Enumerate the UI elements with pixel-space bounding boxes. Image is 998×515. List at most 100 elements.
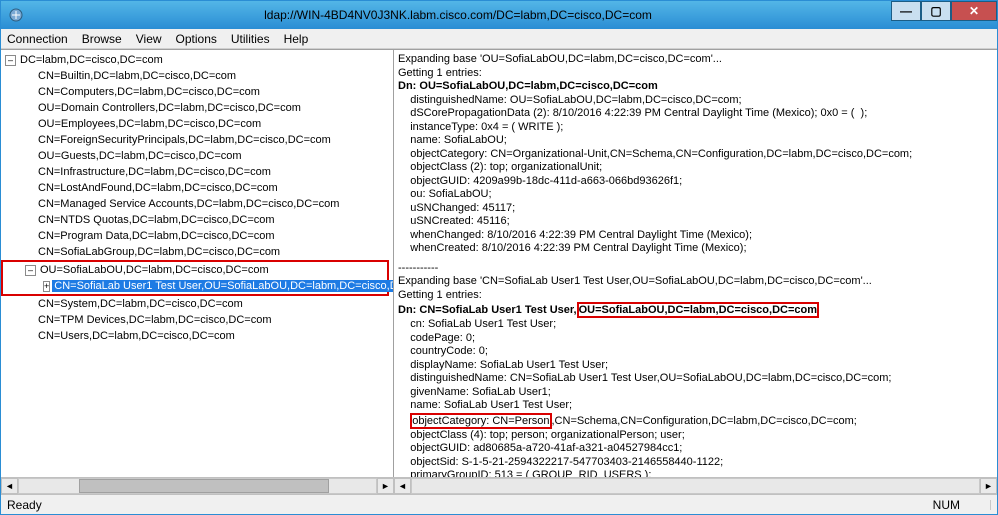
tree-item[interactable]: CN=Infrastructure,DC=labm,DC=cisco,DC=co…: [1, 164, 393, 180]
expand-placeholder-icon: [23, 87, 34, 98]
collapse-icon[interactable]: –: [25, 265, 36, 276]
expand-placeholder-icon: [23, 183, 34, 194]
tree-item[interactable]: CN=Users,DC=labm,DC=cisco,DC=com: [1, 328, 393, 344]
details-line: objectClass (4): top; person; organizati…: [398, 429, 993, 443]
tree-item[interactable]: CN=LostAndFound,DC=labm,DC=cisco,DC=com: [1, 180, 393, 196]
details-line: objectCategory: CN=Organizational-Unit,C…: [398, 148, 993, 162]
tree-item[interactable]: OU=Employees,DC=labm,DC=cisco,DC=com: [1, 116, 393, 132]
window-buttons: — ▢ ✕: [891, 1, 997, 29]
tree-root-label[interactable]: DC=labm,DC=cisco,DC=com: [18, 54, 165, 66]
details-line: name: SofiaLabOU;: [398, 134, 993, 148]
details-line: Expanding base 'OU=SofiaLabOU,DC=labm,DC…: [398, 53, 993, 67]
details-line: displayName: SofiaLab User1 Test User;: [398, 359, 993, 373]
tree-item[interactable]: CN=System,DC=labm,DC=cisco,DC=com: [1, 296, 393, 312]
details-line: countryCode: 0;: [398, 345, 993, 359]
highlighted-ou-group: – OU=SofiaLabOU,DC=labm,DC=cisco,DC=com …: [1, 260, 389, 296]
tree-item[interactable]: CN=ForeignSecurityPrincipals,DC=labm,DC=…: [1, 132, 393, 148]
details-line: Expanding base 'CN=SofiaLab User1 Test U…: [398, 275, 993, 289]
scrollbar-row: ◄ ► ◄ ►: [1, 477, 997, 494]
collapse-icon[interactable]: –: [5, 55, 16, 66]
scroll-right-icon[interactable]: ►: [980, 478, 997, 494]
details-line: instanceType: 0x4 = ( WRITE );: [398, 121, 993, 135]
details-line: whenCreated: 8/10/2016 4:22:39 PM Centra…: [398, 242, 993, 256]
scroll-track[interactable]: [411, 478, 980, 494]
menu-view[interactable]: View: [136, 32, 162, 46]
menu-options[interactable]: Options: [176, 32, 217, 46]
close-button[interactable]: ✕: [951, 1, 997, 21]
tree-item-label[interactable]: CN=TPM Devices,DC=labm,DC=cisco,DC=com: [36, 314, 274, 326]
details-line: uSNChanged: 45117;: [398, 202, 993, 216]
details-line: cn: SofiaLab User1 Test User;: [398, 318, 993, 332]
tree-item-label[interactable]: CN=Builtin,DC=labm,DC=cisco,DC=com: [36, 70, 238, 82]
details-objectcategory: objectCategory: CN=Person,CN=Schema,CN=C…: [398, 413, 993, 429]
scroll-left-icon[interactable]: ◄: [394, 478, 411, 494]
tree-item[interactable]: CN=Managed Service Accounts,DC=labm,DC=c…: [1, 196, 393, 212]
expand-placeholder-icon: [23, 119, 34, 130]
expand-icon[interactable]: +: [43, 281, 50, 292]
scroll-track[interactable]: [18, 478, 377, 494]
details-line: distinguishedName: CN=SofiaLab User1 Tes…: [398, 372, 993, 386]
details-hscrollbar[interactable]: ◄ ►: [394, 477, 997, 494]
tree-item[interactable]: CN=NTDS Quotas,DC=labm,DC=cisco,DC=com: [1, 212, 393, 228]
maximize-button[interactable]: ▢: [921, 1, 951, 21]
expand-placeholder-icon: [23, 247, 34, 258]
details-line: ou: SofiaLabOU;: [398, 188, 993, 202]
details-line: primaryGroupID: 513 = ( GROUP_RID_USERS …: [398, 469, 993, 477]
expand-placeholder-icon: [23, 103, 34, 114]
scroll-right-icon[interactable]: ►: [377, 478, 394, 494]
tree-item-label[interactable]: CN=SofiaLabGroup,DC=labm,DC=cisco,DC=com: [36, 246, 282, 258]
tree-item-label[interactable]: OU=Employees,DC=labm,DC=cisco,DC=com: [36, 118, 263, 130]
tree-ou-parent-label[interactable]: OU=SofiaLabOU,DC=labm,DC=cisco,DC=com: [38, 264, 271, 276]
tree-item[interactable]: OU=Guests,DC=labm,DC=cisco,DC=com: [1, 148, 393, 164]
tree-ou-child[interactable]: + CN=SofiaLab User1 Test User,OU=SofiaLa…: [3, 278, 387, 294]
tree-item-label[interactable]: CN=Program Data,DC=labm,DC=cisco,DC=com: [36, 230, 277, 242]
scroll-left-icon[interactable]: ◄: [1, 478, 18, 494]
tree-pane[interactable]: – DC=labm,DC=cisco,DC=com CN=Builtin,DC=…: [1, 50, 394, 477]
status-ready: Ready: [7, 498, 42, 512]
tree-item-label[interactable]: CN=ForeignSecurityPrincipals,DC=labm,DC=…: [36, 134, 333, 146]
details-line: distinguishedName: OU=SofiaLabOU,DC=labm…: [398, 94, 993, 108]
expand-placeholder-icon: [23, 299, 34, 310]
menu-help[interactable]: Help: [284, 32, 309, 46]
window-title: ldap://WIN-4BD4NV0J3NK.labm.cisco.com/DC…: [25, 8, 891, 22]
tree-item[interactable]: CN=Builtin,DC=labm,DC=cisco,DC=com: [1, 68, 393, 84]
expand-placeholder-icon: [23, 315, 34, 326]
details-line: Getting 1 entries:: [398, 289, 993, 303]
minimize-button[interactable]: —: [891, 1, 921, 21]
tree-item-label[interactable]: CN=Users,DC=labm,DC=cisco,DC=com: [36, 330, 237, 342]
tree-hscrollbar[interactable]: ◄ ►: [1, 477, 394, 494]
details-line: objectGUID: ad80685a-a720-41af-a321-a045…: [398, 442, 993, 456]
tree-item-label[interactable]: OU=Domain Controllers,DC=labm,DC=cisco,D…: [36, 102, 303, 114]
details-separator: -----------: [398, 262, 993, 276]
tree-ou-child-label[interactable]: CN=SofiaLab User1 Test User,OU=SofiaLabO…: [52, 280, 394, 292]
expand-placeholder-icon: [23, 135, 34, 146]
tree-root[interactable]: – DC=labm,DC=cisco,DC=com: [1, 52, 393, 68]
tree-item[interactable]: OU=Domain Controllers,DC=labm,DC=cisco,D…: [1, 100, 393, 116]
tree-item-label[interactable]: CN=NTDS Quotas,DC=labm,DC=cisco,DC=com: [36, 214, 277, 226]
tree-ou-parent[interactable]: – OU=SofiaLabOU,DC=labm,DC=cisco,DC=com: [3, 262, 387, 278]
app-icon: [7, 6, 25, 24]
details-line: codePage: 0;: [398, 332, 993, 346]
details-dn1: Dn: OU=SofiaLabOU,DC=labm,DC=cisco,DC=co…: [398, 80, 993, 94]
expand-placeholder-icon: [23, 215, 34, 226]
menu-connection[interactable]: Connection: [7, 32, 68, 46]
tree-item-label[interactable]: CN=LostAndFound,DC=labm,DC=cisco,DC=com: [36, 182, 280, 194]
details-line: dSCorePropagationData (2): 8/10/2016 4:2…: [398, 107, 993, 121]
expand-placeholder-icon: [23, 331, 34, 342]
tree-item-label[interactable]: CN=System,DC=labm,DC=cisco,DC=com: [36, 298, 245, 310]
menu-utilities[interactable]: Utilities: [231, 32, 270, 46]
tree-item[interactable]: CN=TPM Devices,DC=labm,DC=cisco,DC=com: [1, 312, 393, 328]
tree-item[interactable]: CN=Program Data,DC=labm,DC=cisco,DC=com: [1, 228, 393, 244]
tree-item-label[interactable]: CN=Infrastructure,DC=labm,DC=cisco,DC=co…: [36, 166, 273, 178]
tree-item-label[interactable]: OU=Guests,DC=labm,DC=cisco,DC=com: [36, 150, 244, 162]
details-pane[interactable]: Expanding base 'OU=SofiaLabOU,DC=labm,DC…: [394, 50, 997, 477]
tree-item[interactable]: CN=SofiaLabGroup,DC=labm,DC=cisco,DC=com: [1, 244, 393, 260]
menu-bar: Connection Browse View Options Utilities…: [1, 29, 997, 49]
details-line: givenName: SofiaLab User1;: [398, 386, 993, 400]
tree-item[interactable]: CN=Computers,DC=labm,DC=cisco,DC=com: [1, 84, 393, 100]
menu-browse[interactable]: Browse: [82, 32, 122, 46]
title-bar: ldap://WIN-4BD4NV0J3NK.labm.cisco.com/DC…: [1, 1, 997, 29]
tree-item-label[interactable]: CN=Computers,DC=labm,DC=cisco,DC=com: [36, 86, 262, 98]
tree-item-label[interactable]: CN=Managed Service Accounts,DC=labm,DC=c…: [36, 198, 341, 210]
scroll-thumb[interactable]: [79, 479, 329, 493]
